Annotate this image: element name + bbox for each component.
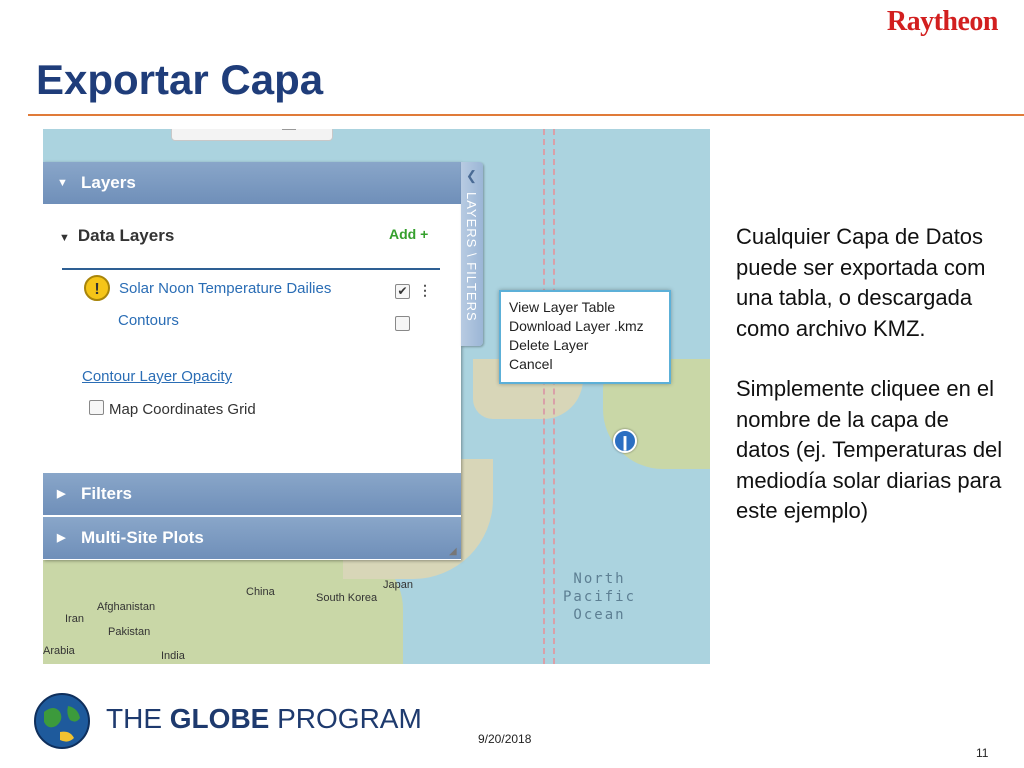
map-dateline — [543, 129, 545, 664]
multisite-header[interactable]: ▶ Multi-Site Plots — [43, 517, 461, 559]
resize-handle-icon[interactable]: ◢ — [449, 546, 457, 557]
map-grid-label: Map Coordinates Grid — [109, 401, 256, 418]
footer-page-number: 11 — [976, 746, 989, 760]
map-label-arabia: Arabia — [43, 645, 75, 657]
data-layers-divider — [62, 268, 440, 270]
layers-filters-side-tab[interactable]: ❮ LAYERS \ FILTERS — [461, 162, 483, 346]
globe-program-wordmark: THE GLOBE PROGRAM — [106, 703, 422, 735]
description-text: Cualquier Capa de Datos puede ser export… — [736, 222, 1006, 557]
map-label-india: India — [161, 650, 185, 662]
raytheon-logo: Raytheon — [886, 6, 999, 37]
caret-right-icon: ▶ — [57, 532, 66, 544]
menu-item-download-kmz[interactable]: Download Layer .kmz — [509, 317, 669, 336]
thermometer-map-marker-icon[interactable]: ❙ — [613, 429, 637, 453]
slide-title: Exportar Capa — [36, 56, 324, 103]
data-layers-label: Data Layers — [77, 226, 175, 245]
data-layers-header[interactable]: ▼ Data Layers — [59, 226, 174, 246]
menu-item-delete-layer[interactable]: Delete Layer — [509, 336, 669, 355]
layers-panel: ▼ Layers ▼ Data Layers Add + ! Solar Noon… — [43, 162, 461, 560]
menu-item-view-table[interactable]: View Layer Table — [509, 298, 669, 317]
map-label-japan: Japan — [383, 579, 413, 591]
map-label-afghanistan: Afghanistan — [97, 601, 156, 613]
globe-the: THE — [106, 703, 170, 734]
globe-program-logo-icon — [34, 693, 90, 749]
layer-checkbox-solar-noon[interactable]: ✔ — [395, 284, 410, 299]
filters-header[interactable]: ▶ Filters — [43, 473, 461, 515]
map-grid-checkbox[interactable] — [89, 400, 104, 415]
layer-checkbox-contours[interactable] — [395, 316, 410, 331]
filters-header-label: Filters — [81, 484, 133, 503]
description-paragraph-1: Cualquier Capa de Datos puede ser export… — [736, 224, 986, 341]
map-label-iran: Iran — [65, 613, 84, 625]
footer-date: 9/20/2018 — [478, 732, 532, 746]
side-tab-label: LAYERS \ FILTERS — [464, 192, 479, 322]
layer-name-contours[interactable]: Contours — [118, 312, 179, 329]
multisite-header-label: Multi-Site Plots — [81, 528, 204, 547]
description-paragraph-2: Simplemente cliquee en el nombre de la c… — [736, 376, 1003, 523]
caret-right-icon: ▶ — [57, 488, 66, 500]
warning-icon[interactable]: ! — [84, 275, 110, 301]
layers-header-label: Layers — [81, 173, 136, 192]
layers-header[interactable]: ▼ Layers — [43, 162, 461, 204]
app-screenshot: Japan China South Korea Afghanistan Iran… — [43, 129, 710, 664]
top-collapsed-tab[interactable] — [171, 129, 333, 141]
map-label-south-korea: South Korea — [316, 592, 378, 604]
map-label-pakistan: Pakistan — [108, 626, 151, 638]
map-label-china: China — [246, 586, 275, 598]
menu-item-cancel[interactable]: Cancel — [509, 355, 669, 374]
layer-context-menu: View Layer Table Download Layer .kmz Del… — [499, 290, 671, 384]
layer-options-kebab-icon[interactable]: ⋮ — [418, 282, 432, 299]
caret-down-icon: ▼ — [57, 177, 68, 189]
chevron-left-icon: ❮ — [466, 168, 477, 183]
add-layer-link[interactable]: Add + — [389, 226, 428, 242]
title-divider — [28, 114, 1024, 116]
contour-opacity-link[interactable]: Contour Layer Opacity — [82, 368, 232, 385]
map-label-ocean: North Pacific Ocean — [563, 571, 637, 623]
globe-globe: GLOBE — [169, 703, 270, 734]
globe-program: PROGRAM — [269, 703, 422, 734]
map-dateline-2 — [553, 129, 555, 664]
caret-down-icon: ▼ — [59, 232, 70, 244]
layer-name-solar-noon[interactable]: Solar Noon Temperature Dailies — [119, 280, 331, 297]
